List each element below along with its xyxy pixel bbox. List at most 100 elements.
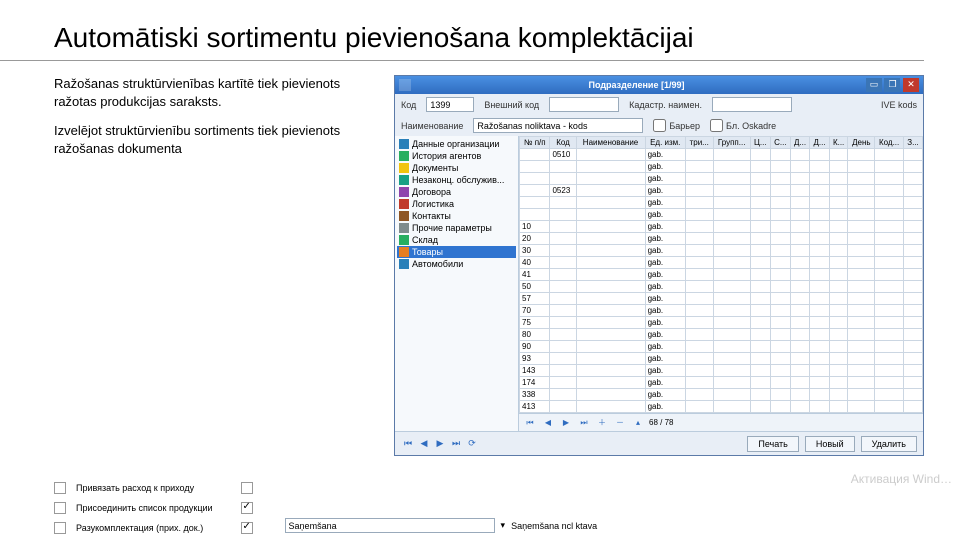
tree-item[interactable]: Склад: [397, 234, 516, 246]
tree-item[interactable]: Товары: [397, 246, 516, 258]
grid-header[interactable]: Ед. изм.: [645, 137, 685, 149]
opt-row-1[interactable]: Привязать расход к приходу: [54, 482, 213, 494]
table-row[interactable]: 80gab.: [520, 329, 923, 341]
paragraph-2: Izvelējot struktūrvienību sortiments tie…: [54, 122, 374, 157]
kod-input[interactable]: [426, 97, 474, 112]
opt-row-2[interactable]: Присоединить список продукции: [54, 502, 213, 514]
tree-label: Товары: [412, 247, 443, 257]
chk-a[interactable]: [241, 482, 253, 494]
nav-position: 68 / 78: [649, 418, 673, 427]
foot-next-icon[interactable]: ▶: [433, 438, 447, 449]
grid-header[interactable]: Наименование: [576, 137, 645, 149]
grid-header[interactable]: З...: [904, 137, 923, 149]
nav-add-icon[interactable]: ＋: [595, 417, 609, 428]
close-icon[interactable]: ✕: [903, 78, 919, 92]
nav-edit-icon[interactable]: ▴: [631, 418, 645, 427]
name-input[interactable]: [473, 118, 643, 133]
grid-header[interactable]: К...: [829, 137, 848, 149]
barjer-label: Барьер: [669, 121, 700, 131]
minimize-icon[interactable]: ▭: [866, 78, 882, 92]
tree-item[interactable]: Прочие параметры: [397, 222, 516, 234]
nav-del-icon[interactable]: －: [613, 417, 627, 428]
tree-label: История агентов: [412, 151, 481, 161]
table-row[interactable]: 90gab.: [520, 341, 923, 353]
grid-header[interactable]: № п/п: [520, 137, 550, 149]
table-row[interactable]: gab.: [520, 173, 923, 185]
data-grid[interactable]: № п/пКодНаименованиеЕд. изм.три...Групп.…: [519, 136, 923, 413]
tree-label: Логистика: [412, 199, 454, 209]
table-row[interactable]: 0510gab.: [520, 149, 923, 161]
table-row[interactable]: 40gab.: [520, 257, 923, 269]
grid-header[interactable]: Групп...: [713, 137, 750, 149]
kadname-input[interactable]: [712, 97, 792, 112]
bottom-input[interactable]: [285, 518, 495, 533]
grid-header[interactable]: Код...: [875, 137, 904, 149]
nav-next-icon[interactable]: ▶: [559, 418, 573, 427]
page-title: Automātiski sortimentu pievienošana komp…: [0, 0, 924, 61]
table-row[interactable]: 413gab.: [520, 401, 923, 413]
grid-header[interactable]: С...: [770, 137, 790, 149]
new-button[interactable]: Новый: [805, 436, 855, 452]
tree-item[interactable]: Логистика: [397, 198, 516, 210]
print-button[interactable]: Печать: [747, 436, 798, 452]
window-title: Подразделение [1/99]: [411, 80, 862, 90]
table-row[interactable]: 93gab.: [520, 353, 923, 365]
grid-header[interactable]: Ц...: [750, 137, 770, 149]
foot-refresh-icon[interactable]: ⟳: [465, 438, 479, 449]
tree-item[interactable]: Незаконц. обслужив...: [397, 174, 516, 186]
table-row[interactable]: gab.: [520, 209, 923, 221]
table-row[interactable]: 75gab.: [520, 317, 923, 329]
table-row[interactable]: 50gab.: [520, 281, 923, 293]
nav-first-icon[interactable]: ⏮: [523, 418, 537, 428]
foot-prev-icon[interactable]: ◀: [417, 438, 431, 449]
tree-label: Прочие параметры: [412, 223, 492, 233]
tree-item[interactable]: История агентов: [397, 150, 516, 162]
table-row[interactable]: 70gab.: [520, 305, 923, 317]
tree-item[interactable]: Договора: [397, 186, 516, 198]
foot-first-icon[interactable]: ⏮: [401, 438, 415, 449]
tree-item[interactable]: Контакты: [397, 210, 516, 222]
tree-icon: [399, 247, 409, 257]
nav-prev-icon[interactable]: ◀: [541, 418, 555, 427]
table-row[interactable]: 338gab.: [520, 389, 923, 401]
tree-item[interactable]: Документы: [397, 162, 516, 174]
grid-header[interactable]: День: [848, 137, 875, 149]
table-row[interactable]: 57gab.: [520, 293, 923, 305]
table-row[interactable]: 41gab.: [520, 269, 923, 281]
opt-row-3[interactable]: Разукомплектация (прих. док.): [54, 522, 213, 534]
table-row[interactable]: 30gab.: [520, 245, 923, 257]
tree-label: Договора: [412, 187, 451, 197]
table-row[interactable]: gab.: [520, 197, 923, 209]
table-row[interactable]: 174gab.: [520, 377, 923, 389]
barjer-checkbox[interactable]: [653, 119, 666, 132]
left-panel: Ražošanas struktūrvienības kartītē tiek …: [54, 75, 374, 456]
bottom-dropdown-icon[interactable]: ▾: [501, 520, 506, 531]
maximize-icon[interactable]: ❐: [884, 78, 900, 92]
grid-header[interactable]: Д...: [810, 137, 830, 149]
grid-header[interactable]: Д...: [790, 137, 810, 149]
tree-icon: [399, 259, 409, 269]
tree-icon: [399, 139, 409, 149]
nav-last-icon[interactable]: ⏭: [577, 418, 591, 428]
table-row[interactable]: 10gab.: [520, 221, 923, 233]
tree-icon: [399, 151, 409, 161]
table-row[interactable]: gab.: [520, 161, 923, 173]
foot-last-icon[interactable]: ⏭: [449, 438, 463, 449]
tree-icon: [399, 199, 409, 209]
tree-icon: [399, 235, 409, 245]
grid-header[interactable]: три...: [685, 137, 713, 149]
window-icon: [399, 79, 411, 91]
grid-header[interactable]: Код: [550, 137, 576, 149]
tree-item[interactable]: Автомобили: [397, 258, 516, 270]
chk-c[interactable]: [241, 522, 253, 534]
extkod-input[interactable]: [549, 97, 619, 112]
table-row[interactable]: 0523gab.: [520, 185, 923, 197]
tree-item[interactable]: Данные организации: [397, 138, 516, 150]
chk-b[interactable]: [241, 502, 253, 514]
tree-label: Склад: [412, 235, 438, 245]
table-row[interactable]: 143gab.: [520, 365, 923, 377]
table-row[interactable]: 20gab.: [520, 233, 923, 245]
oskadre-checkbox[interactable]: [710, 119, 723, 132]
delete-button[interactable]: Удалить: [861, 436, 917, 452]
bottom-extra-label: Saņemšana ncl ktava: [511, 521, 597, 531]
